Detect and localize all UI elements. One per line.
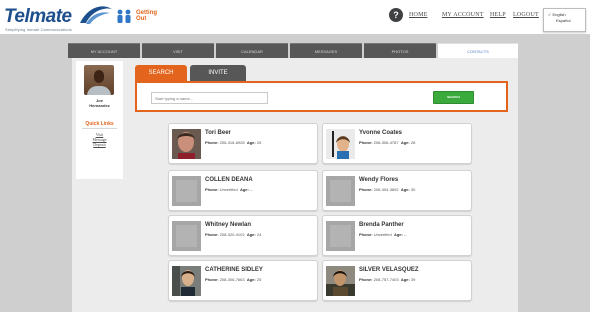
- tab-photos[interactable]: PHOTOS: [364, 43, 436, 58]
- tab-contacts[interactable]: CONTACTS: [438, 43, 518, 58]
- contact-details: Phone: 208-306-4787 Age: 28: [359, 140, 416, 145]
- nav-help-link[interactable]: HELP: [490, 12, 506, 18]
- contact-name: Wendy Flores: [359, 177, 399, 183]
- avatar: [84, 65, 114, 95]
- contact-details: Phone: 206-316-6928 Age: 25: [205, 140, 262, 145]
- contact-photo: [326, 266, 355, 296]
- contact-card[interactable]: Wendy Flores Phone: 208-404-3892 Age: 30: [322, 170, 472, 211]
- user-name: Joe Hernandez: [89, 98, 110, 108]
- contact-name: Tori Beer: [205, 130, 231, 136]
- contact-card[interactable]: Yvonne Coates Phone: 208-306-4787 Age: 2…: [322, 123, 472, 164]
- subtab-search[interactable]: SEARCH: [135, 65, 187, 81]
- language-dropdown[interactable]: ✓ English Español: [543, 8, 586, 32]
- divider: [82, 128, 117, 129]
- contact-photo-placeholder: [172, 176, 201, 206]
- nav-home-link[interactable]: HOME: [409, 12, 427, 18]
- promo-line-2: Out: [136, 16, 147, 22]
- contact-photo: [172, 129, 201, 159]
- search-button[interactable]: SEARCH: [433, 91, 474, 104]
- contact-card[interactable]: Tori Beer Phone: 206-316-6928 Age: 25: [168, 123, 318, 164]
- nav-my-account-link[interactable]: MY ACCOUNT: [442, 12, 484, 18]
- language-option-spanish[interactable]: Español: [548, 18, 581, 24]
- contact-card[interactable]: CATHERINE SIDLEY Phone: 208-306-7663 Age…: [168, 260, 318, 301]
- search-input[interactable]: [151, 92, 268, 104]
- contact-photo-placeholder: [326, 176, 355, 206]
- contact-card[interactable]: SILVER VELASQUEZ Phone: 208-757-7403 Age…: [322, 260, 472, 301]
- contact-name: Brenda Panther: [359, 222, 404, 228]
- contact-details: Phone: Unverified Age: --: [359, 232, 407, 237]
- logo-tagline: Simplifying Inmate Communications: [5, 27, 72, 32]
- contact-details: Phone: 208-320-4102 Age: 24: [205, 232, 262, 237]
- tab-calendar[interactable]: CALENDAR: [216, 43, 288, 58]
- contact-photo-placeholder: [326, 221, 355, 251]
- contact-photo: [326, 129, 355, 159]
- contact-name: Yvonne Coates: [359, 130, 403, 136]
- contact-name: CATHERINE SIDLEY: [205, 267, 263, 273]
- contact-card[interactable]: Brenda Panther Phone: Unverified Age: --: [322, 215, 472, 256]
- contact-name: Whitney Newlan: [205, 222, 252, 228]
- main-tabs: MY ACCOUNT VISIT CALENDAR MESSAGES PHOTO…: [68, 43, 518, 58]
- check-icon: ✓: [548, 12, 552, 17]
- logo-swoosh-icon: [80, 6, 112, 24]
- header: Telmate Simplifying Inmate Communication…: [0, 0, 590, 34]
- contact-card[interactable]: Whitney Newlan Phone: 208-320-4102 Age: …: [168, 215, 318, 256]
- tab-messages[interactable]: MESSAGES: [290, 43, 362, 58]
- contact-name: COLLEN DEANA: [205, 177, 253, 183]
- contact-photo: [172, 266, 201, 296]
- contact-details: Phone: Unverified Age: --: [205, 187, 253, 192]
- contact-details: Phone: 208-757-7403 Age: 39: [359, 277, 416, 282]
- contact-photo-placeholder: [172, 221, 201, 251]
- getting-out-promo[interactable]: Getting Out: [115, 9, 157, 23]
- contact-details: Phone: 208-404-3892 Age: 30: [359, 187, 416, 192]
- help-question-icon[interactable]: ?: [389, 8, 403, 22]
- quick-link-deposit[interactable]: Deposit: [78, 142, 121, 147]
- contact-details: Phone: 208-306-7663 Age: 25: [205, 277, 262, 282]
- contact-name: SILVER VELASQUEZ: [359, 267, 419, 273]
- search-panel: SEARCH: [135, 81, 508, 112]
- nav-logout-link[interactable]: LOGOUT: [513, 12, 539, 18]
- quick-links: Visit Message Deposit: [78, 132, 121, 147]
- tab-my-account[interactable]: MY ACCOUNT: [68, 43, 140, 58]
- tab-visit[interactable]: VISIT: [142, 43, 214, 58]
- telmate-logo[interactable]: Telmate: [4, 6, 72, 28]
- people-icon: [117, 9, 131, 23]
- quick-links-title: Quick Links: [85, 121, 114, 127]
- subtab-invite[interactable]: INVITE: [190, 65, 246, 81]
- sidebar: Joe Hernandez Quick Links Visit Message …: [76, 61, 123, 179]
- contact-card[interactable]: COLLEN DEANA Phone: Unverified Age: --: [168, 170, 318, 211]
